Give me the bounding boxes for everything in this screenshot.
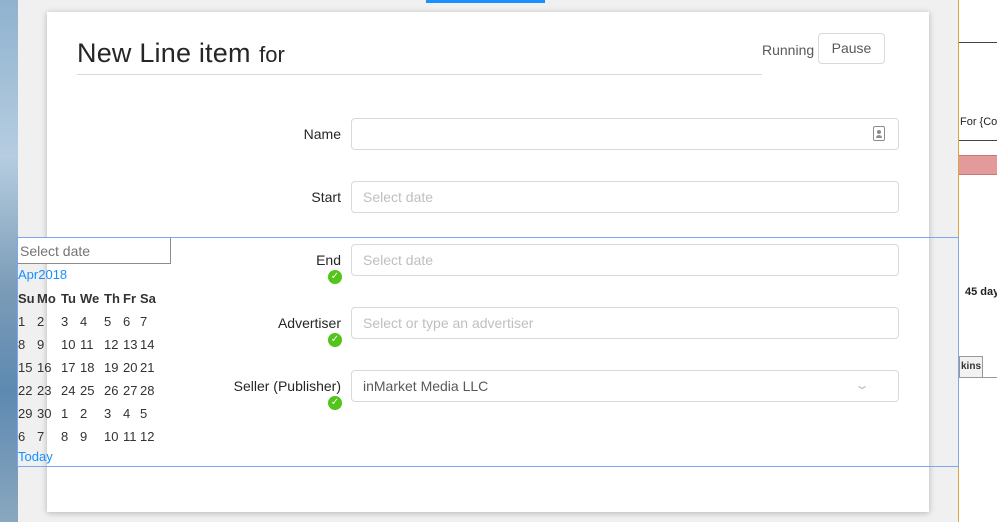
- datepicker-year: 2018: [38, 267, 68, 282]
- advertiser-input[interactable]: [351, 307, 899, 339]
- calendar-day[interactable]: 14: [140, 335, 162, 355]
- contact-card-icon[interactable]: [873, 126, 885, 141]
- calendar-day[interactable]: 2: [37, 312, 59, 332]
- calendar-day[interactable]: 28: [140, 381, 162, 401]
- check-circle-icon: ✓: [328, 270, 342, 284]
- calendar-day[interactable]: 16: [37, 358, 59, 378]
- page-title: New Line item: [77, 38, 251, 68]
- start-date-input[interactable]: [351, 181, 899, 213]
- active-tab-indicator: [426, 0, 545, 3]
- background-days-label: 45 day: [965, 286, 997, 298]
- divider: [983, 377, 997, 378]
- calendar-day[interactable]: 18: [80, 358, 102, 378]
- name-row: Name: [47, 118, 929, 152]
- background-app-window: For {Co 45 day kins: [958, 0, 997, 522]
- calendar-day[interactable]: 7: [140, 312, 162, 332]
- calendar-day[interactable]: 12: [140, 427, 162, 447]
- name-input[interactable]: [351, 118, 899, 150]
- name-label: Name: [303, 126, 341, 142]
- end-label: End: [316, 252, 341, 268]
- pause-button[interactable]: Pause: [818, 33, 885, 64]
- calendar-day[interactable]: 9: [80, 427, 102, 447]
- background-for-label: For {Co: [960, 116, 997, 128]
- background-tab[interactable]: kins: [959, 356, 983, 378]
- calendar-day[interactable]: 4: [80, 312, 102, 332]
- calendar-day[interactable]: 25: [80, 381, 102, 401]
- datepicker-month: Apr: [18, 267, 39, 282]
- divider: [959, 42, 997, 43]
- desktop-wallpaper: [0, 0, 18, 522]
- start-label: Start: [311, 189, 341, 205]
- end-date-input[interactable]: [351, 244, 899, 276]
- datepicker-input[interactable]: [17, 237, 171, 264]
- chevron-down-icon[interactable]: ⌄: [854, 378, 870, 392]
- calendar-day[interactable]: 2: [80, 404, 102, 424]
- calendar-day[interactable]: 21: [140, 358, 162, 378]
- weekday-header: Mo: [37, 291, 56, 306]
- new-line-item-dialog: New Line item for Running Pause Name Sta…: [47, 12, 929, 512]
- calendar-day[interactable]: 30: [37, 404, 59, 424]
- calendar-day[interactable]: 11: [80, 335, 102, 355]
- page-title-suffix: for: [259, 42, 285, 67]
- advertiser-label: Advertiser: [277, 315, 341, 331]
- start-row: Start: [47, 181, 929, 215]
- status-label: Running: [762, 42, 815, 58]
- dialog-title: New Line item for: [77, 38, 762, 75]
- seller-row: Seller (Publisher) ✓ inMarket Media LLC …: [47, 370, 929, 410]
- weekday-header: We: [80, 291, 100, 306]
- check-circle-icon: ✓: [328, 396, 342, 410]
- datepicker-month-year[interactable]: Apr2018: [18, 267, 67, 282]
- calendar-day[interactable]: 7: [37, 427, 59, 447]
- seller-select[interactable]: inMarket Media LLC: [351, 370, 899, 402]
- check-circle-icon: ✓: [328, 333, 342, 347]
- end-row: End ✓: [47, 244, 929, 284]
- calendar-day[interactable]: 5: [140, 404, 162, 424]
- calendar-day[interactable]: 9: [37, 335, 59, 355]
- weekday-header: Sa: [140, 291, 156, 306]
- advertiser-row: Advertiser ✓: [47, 307, 929, 347]
- seller-selected-value: inMarket Media LLC: [363, 378, 489, 394]
- seller-label: Seller (Publisher): [233, 378, 341, 394]
- divider: [959, 140, 997, 141]
- calendar-day[interactable]: 23: [37, 381, 59, 401]
- today-link[interactable]: Today: [18, 449, 53, 464]
- background-red-bar: [959, 155, 997, 175]
